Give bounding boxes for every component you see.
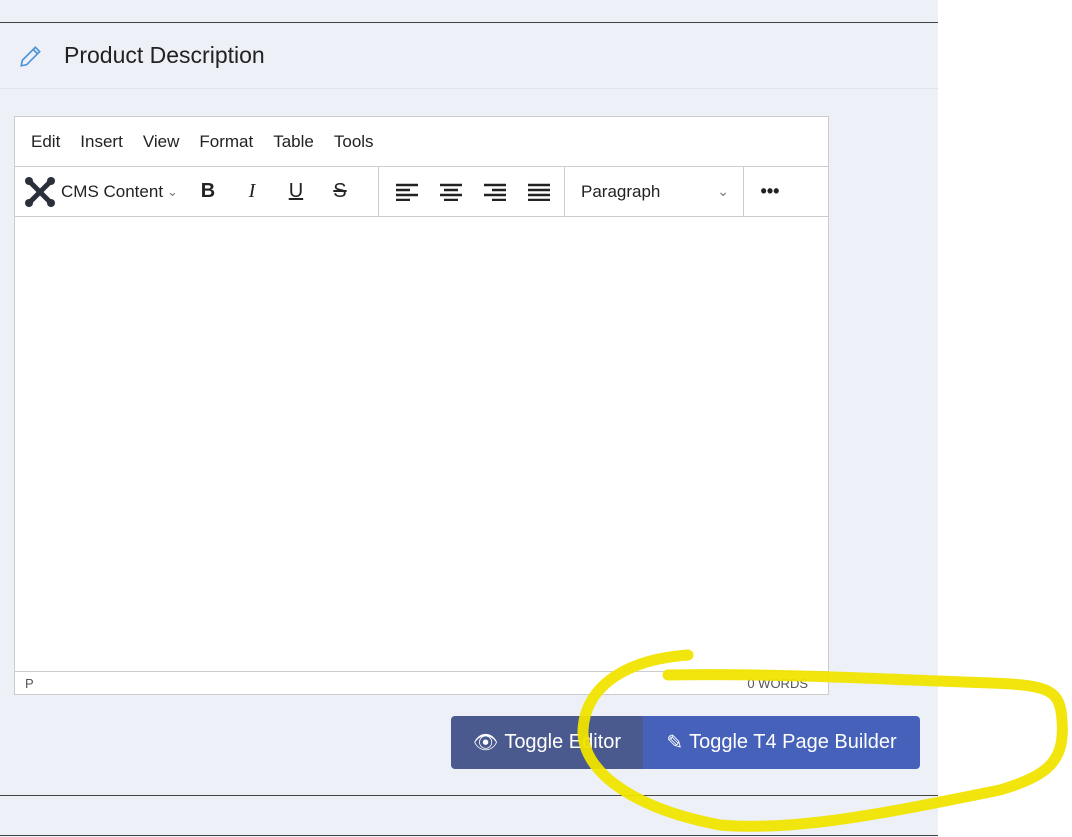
joomla-icon [25,176,55,207]
italic-button[interactable]: I [230,167,274,216]
toggle-page-builder-label: Toggle T4 Page Builder [689,731,897,753]
menu-edit[interactable]: Edit [31,132,60,152]
pencil-icon: ✎ [666,732,684,754]
menu-table[interactable]: Table [273,132,314,152]
align-center-button[interactable] [429,167,473,216]
menu-insert[interactable]: Insert [80,132,123,152]
divider [0,835,938,836]
cms-content-dropdown[interactable]: CMS Content ⌄ [23,175,178,209]
cms-content-label: CMS Content [61,181,164,201]
more-button[interactable]: ••• [744,167,796,216]
toggle-editor-button[interactable]: 👁 Toggle Editor [451,716,643,769]
align-right-button[interactable] [473,167,517,216]
rich-text-editor: Edit Insert View Format Table Tools CMS … [14,116,829,695]
eye-icon: 👁 [472,732,499,754]
justify-icon [528,183,550,201]
align-left-icon [396,183,418,201]
pencil-icon [20,45,41,67]
editor-menubar: Edit Insert View Format Table Tools [15,117,828,167]
section-title: Product Description [64,42,265,68]
word-count: 0 WORDS [747,675,808,691]
bold-button[interactable]: B [186,167,230,216]
align-center-icon [440,183,462,201]
justify-button[interactable] [517,167,561,216]
chevron-down-icon: ⌄ [717,183,729,199]
strikethrough-button[interactable]: S [318,167,362,216]
underline-button[interactable]: U [274,167,318,216]
element-path[interactable]: P [25,676,34,691]
block-format-dropdown[interactable]: Paragraph ⌄ [565,167,744,216]
section-header: Product Description [0,23,938,89]
editor-statusbar: P 0 WORDS [15,671,828,694]
menu-tools[interactable]: Tools [334,132,374,152]
block-format-value: Paragraph [581,181,661,201]
chevron-down-icon: ⌄ [167,183,178,199]
editor-toolbar: CMS Content ⌄ B I U S Paragraph ⌄ ••• [15,167,828,217]
align-right-icon [484,183,506,201]
panel: Product Description Edit Insert View For… [0,0,938,837]
editor-content-area[interactable] [15,217,828,671]
divider [0,795,938,796]
toggle-editor-label: Toggle Editor [504,731,622,753]
toolbar-group-text: CMS Content ⌄ B I U S [15,167,379,216]
align-left-button[interactable] [385,167,429,216]
toggle-page-builder-button[interactable]: ✎ Toggle T4 Page Builder [643,716,920,769]
menu-view[interactable]: View [143,132,180,152]
menu-format[interactable]: Format [199,132,253,152]
toolbar-group-align [379,167,565,216]
